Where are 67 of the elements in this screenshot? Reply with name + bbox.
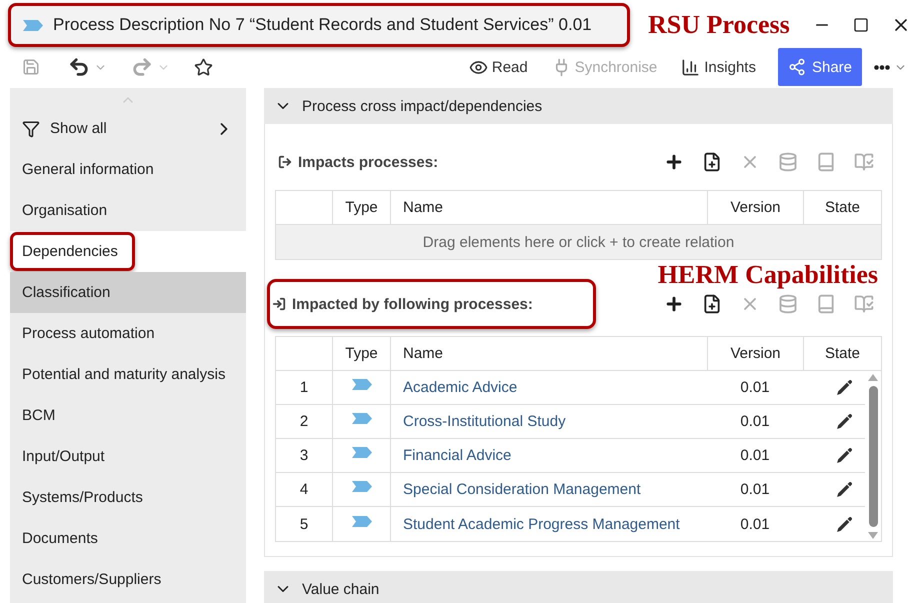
sidebar-item[interactable]: General information [10,149,246,190]
more-icon [874,64,890,70]
sidebar-item[interactable]: Organisation [10,190,246,231]
annotation-label: RSU Process [648,10,790,40]
sidebar-item[interactable]: Customers/Suppliers [10,559,246,600]
row-number: 2 [276,405,332,439]
row-number: 4 [276,473,332,507]
version-cell: 0.01 [707,405,803,439]
row-number: 1 [276,371,332,405]
read-button[interactable]: Read [466,56,530,78]
show-all-filter[interactable]: Show all [10,108,246,149]
edit-icon[interactable] [835,412,854,431]
section-header[interactable]: Process cross impact/dependencies [264,88,893,124]
add-icon[interactable] [664,294,684,314]
version-cell-text: 0.01 [739,514,771,534]
edit-icon[interactable] [835,480,854,499]
column-header[interactable]: Name [390,337,707,371]
process-icon [352,516,372,526]
version-cell: 0.01 [707,371,803,405]
sidebar-item[interactable]: Dependencies [10,231,246,272]
new-file-icon[interactable] [702,294,722,314]
process-icon [352,481,372,492]
enter-icon [272,297,286,311]
process-link[interactable]: Academic Advice [403,379,518,396]
undo-icon [68,56,90,78]
sidebar-item[interactable]: BCM [10,395,246,436]
process-link[interactable]: Student Academic Progress Management [403,516,680,532]
edit-icon[interactable] [835,514,854,534]
process-link[interactable]: Cross-Institutional Study [403,413,566,430]
new-file-icon[interactable] [702,152,722,172]
process-icon [23,20,43,30]
sidebar-item[interactable]: Input/Output [10,436,246,477]
column-header[interactable]: Type [332,337,390,371]
version-cell: 0.01 [707,439,803,473]
share-icon [788,58,806,76]
share-button[interactable]: Share [778,48,862,86]
sidebar-item[interactable]: Documents [10,518,246,559]
row-number: 5 [298,514,310,534]
row-number: 3 [276,439,332,473]
add-icon[interactable] [664,152,684,172]
sidebar-item[interactable]: Process automation [10,313,246,354]
column-header[interactable]: State [803,337,881,371]
filter-icon [22,120,40,138]
sidebar-item[interactable]: Potential and maturity analysis [10,354,246,395]
sidebar-item[interactable]: Systems/Products [10,477,246,518]
exit-icon [278,155,292,169]
edit-icon[interactable] [835,446,854,465]
insights-button[interactable]: Insights [679,56,758,78]
column-header[interactable]: Version [707,337,803,371]
show-all-label: Show all [50,120,108,137]
process-link[interactable]: Special Consideration Management [403,481,641,498]
maximize-icon[interactable] [853,17,869,33]
chart-icon [681,58,700,76]
process-link[interactable]: Financial Advice [403,447,512,464]
window-title: Process Description No 7 “Student Records and Student Services” 0.01 [53,15,592,35]
version-cell: 0.01 [707,473,803,507]
group-title: Impacts processes: [298,154,438,170]
process-icon [352,379,372,390]
edit-icon[interactable] [835,378,854,397]
empty-message: Drag elements here or click + to create relation [276,225,881,259]
section-header[interactable]: Value chain [264,571,893,603]
annotation-label: HERM Capabilities [658,262,878,288]
process-icon [352,413,372,424]
process-icon [352,447,372,458]
group-title: Impacted by following processes: [292,296,533,312]
sidebar-item[interactable]: Classification [10,272,246,313]
redo-icon [131,56,153,78]
